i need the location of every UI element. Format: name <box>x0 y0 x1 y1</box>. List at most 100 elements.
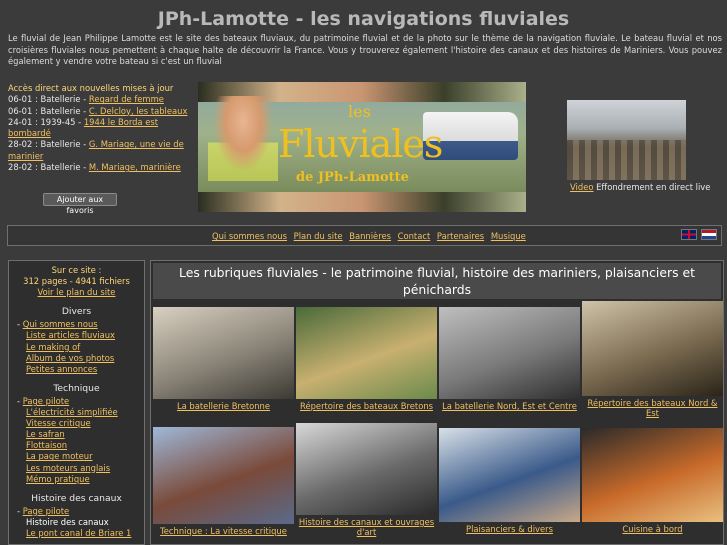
tile-photo[interactable] <box>296 423 437 515</box>
sidebar-link[interactable]: Page pilote <box>23 506 69 516</box>
sidebar-item: Liste articles fluviaux <box>9 330 144 341</box>
update-item: 06-01 : Batellerie - C. Delcloy, les tab… <box>8 106 196 117</box>
banner-text-les: les <box>348 102 371 121</box>
updates-heading: Accès direct aux nouvelles mises à jour <box>8 83 174 93</box>
update-item: 28-02 : Batellerie - M. Mariage, mariniè… <box>8 162 196 173</box>
sidebar-item: - Page pilote <box>9 506 144 517</box>
rubrique-tile[interactable]: Répertoire des bateaux Bretons <box>295 307 438 411</box>
sidebar: Sur ce site : 312 pages - 4941 fichiers … <box>8 260 145 545</box>
update-link[interactable]: C. Delcloy, les tableaux <box>89 106 188 116</box>
sidebar-link[interactable]: Liste articles fluviaux <box>26 330 115 340</box>
tile-photo[interactable] <box>582 301 723 396</box>
nav-items: Qui sommes nous Plan du site Bannières C… <box>212 231 530 241</box>
sidebar-link[interactable]: La page moteur <box>26 451 93 461</box>
sidebar-current-item: Histoire des canaux <box>26 516 109 527</box>
rubrique-tile[interactable]: Répertoire des bateaux Nord & Est <box>581 301 723 418</box>
update-link[interactable]: Regard de femme <box>89 94 164 104</box>
add-favorites-button[interactable]: Ajouter aux favoris <box>43 193 117 215</box>
sidebar-link[interactable]: Le making of <box>26 342 80 352</box>
sidebar-item: Le making of <box>9 342 144 353</box>
tile-caption-link[interactable]: Répertoire des bateaux Nord & Est <box>581 398 723 418</box>
nav-link-musique[interactable]: Musique <box>491 231 526 241</box>
language-flags <box>681 229 717 240</box>
sidebar-link[interactable]: Mémo pratique <box>26 474 90 484</box>
update-link[interactable]: M. Mariage, marinière <box>89 162 181 172</box>
update-prefix: 28-02 : Batellerie - <box>8 162 89 173</box>
video-link[interactable]: Video <box>570 182 593 192</box>
tile-photo[interactable] <box>296 307 437 399</box>
sidebar-item: Histoire des canaux <box>9 517 144 528</box>
video-thumbnail[interactable] <box>567 100 686 180</box>
banner-woman-photo <box>208 96 278 181</box>
tile-photo[interactable] <box>153 307 294 399</box>
sidebar-link[interactable]: Album de vos photos <box>26 353 114 363</box>
sidebar-item: L'électricité simplifiée <box>9 407 144 418</box>
sidebar-link[interactable]: Qui sommes nous <box>23 319 98 329</box>
sidebar-sections: Divers - Qui sommes nous Liste articles fl… <box>9 306 144 539</box>
site-banner[interactable]: les Fluviales de JPh-Lamotte <box>198 82 526 212</box>
sidebar-item: Les moteurs anglais <box>9 463 144 474</box>
site-map-link[interactable]: Voir le plan du site <box>38 287 116 297</box>
update-prefix: 06-01 : Batellerie - <box>8 94 89 105</box>
site-title: JPh-Lamotte - les navigations fluviales <box>157 8 570 30</box>
sidebar-item: Album de vos photos <box>9 353 144 364</box>
tile-photo[interactable] <box>439 307 580 399</box>
sidebar-link[interactable]: Les moteurs anglais <box>26 463 110 473</box>
sidebar-link[interactable]: L'électricité simplifiée <box>26 407 118 417</box>
rubrique-tile[interactable]: La batellerie Nord, Est et Centre <box>438 307 581 411</box>
updates-panel: Accès direct aux nouvelles mises à jour … <box>8 83 196 173</box>
sidebar-item: Le safran <box>9 429 144 440</box>
rubrique-tile[interactable]: Histoire des canaux et ouvrages d'art <box>295 423 438 537</box>
uk-flag-icon[interactable] <box>681 229 697 240</box>
nav-link-bannieres[interactable]: Bannières <box>349 231 391 241</box>
tile-caption-link[interactable]: Technique : La vitesse critique <box>152 526 295 536</box>
tile-caption-link[interactable]: La batellerie Nord, Est et Centre <box>438 401 581 411</box>
nav-link-partenaires[interactable]: Partenaires <box>437 231 484 241</box>
tile-photo[interactable] <box>582 428 723 522</box>
video-caption: Video Effondrement en direct live <box>570 182 720 192</box>
sidebar-link[interactable]: Flottaison <box>26 440 67 450</box>
tile-caption-link[interactable]: Répertoire des bateaux Bretons <box>295 401 438 411</box>
sidebar-item: Le pont canal de Briare 1 <box>9 528 144 539</box>
tile-caption-link[interactable]: Histoire des canaux et ouvrages d'art <box>295 517 438 537</box>
update-prefix: 28-02 : Batellerie - <box>8 139 89 150</box>
update-prefix: 06-01 : Batellerie - <box>8 105 89 116</box>
update-item: 24-01 : 1939-45 - 1944 le Borda est bomb… <box>8 117 196 140</box>
tile-caption-link[interactable]: Cuisine à bord <box>581 524 723 534</box>
rubrique-tile[interactable]: Technique : La vitesse critique <box>152 427 295 536</box>
nav-link-qui-sommes-nous[interactable]: Qui sommes nous <box>212 231 287 241</box>
sidebar-link[interactable]: Vitesse critique <box>26 418 91 428</box>
railway-track-image <box>567 140 686 180</box>
rubrique-tile[interactable]: Plaisanciers & divers <box>438 428 581 534</box>
tile-caption-link[interactable]: La batellerie Bretonne <box>152 401 295 411</box>
update-prefix: 24-01 : 1939-45 - <box>8 116 84 127</box>
nav-link-plan-du-site[interactable]: Plan du site <box>294 231 343 241</box>
sidebar-section-title: Histoire des canaux <box>31 492 122 504</box>
nl-flag-icon[interactable] <box>701 229 717 240</box>
main-panel: Les rubriques fluviales - le patrimoine … <box>150 260 724 545</box>
sidebar-link[interactable]: Petites annonces <box>26 364 97 374</box>
sidebar-item: Vitesse critique <box>9 418 144 429</box>
sidebar-section-title: Technique <box>53 382 100 394</box>
main-title: Les rubriques fluviales - le patrimoine … <box>153 263 721 299</box>
banner-text-author: de JPh-Lamotte <box>296 170 409 185</box>
rubrique-tile[interactable]: Cuisine à bord <box>581 428 723 534</box>
tile-photo[interactable] <box>153 427 294 524</box>
banner-text-fluviales: Fluviales <box>278 122 443 166</box>
sidebar-item: La page moteur <box>9 451 144 462</box>
intro-text: Le fluvial de Jean Philippe Lamotte est … <box>8 33 722 66</box>
banner-photo-strip-bottom <box>198 192 526 212</box>
updates-list: 06-01 : Batellerie - Regard de femme 06-0… <box>8 94 196 173</box>
sidebar-link[interactable]: Page pilote <box>23 396 69 406</box>
video-description: Effondrement en direct live <box>593 182 711 192</box>
sidebar-item: Petites annonces <box>9 364 144 375</box>
tile-caption-link[interactable]: Plaisanciers & divers <box>438 524 581 534</box>
rubrique-tile[interactable]: La batellerie Bretonne <box>152 307 295 411</box>
tile-photo[interactable] <box>439 428 580 522</box>
sidebar-link[interactable]: Le pont canal de Briare 1 <box>26 528 131 538</box>
site-stats-heading: Sur ce site : <box>51 265 102 275</box>
sidebar-link[interactable]: Le safran <box>26 429 65 439</box>
site-stats: 312 pages - 4941 fichiers <box>23 276 130 287</box>
sidebar-item: Mémo pratique <box>9 474 144 485</box>
nav-link-contact[interactable]: Contact <box>398 231 431 241</box>
